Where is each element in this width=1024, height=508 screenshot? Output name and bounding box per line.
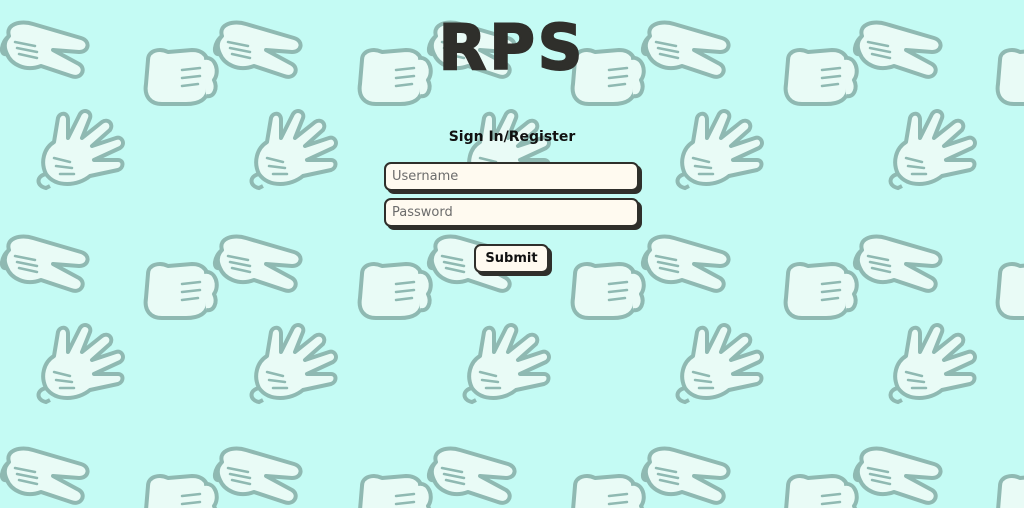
sign-in-page: RPS Sign In/Register Submit (0, 0, 1024, 508)
submit-button[interactable]: Submit (474, 244, 549, 273)
app-logo: RPS (438, 10, 586, 85)
password-input[interactable] (384, 198, 639, 227)
username-input[interactable] (384, 162, 639, 191)
form-title: Sign In/Register (448, 129, 576, 145)
